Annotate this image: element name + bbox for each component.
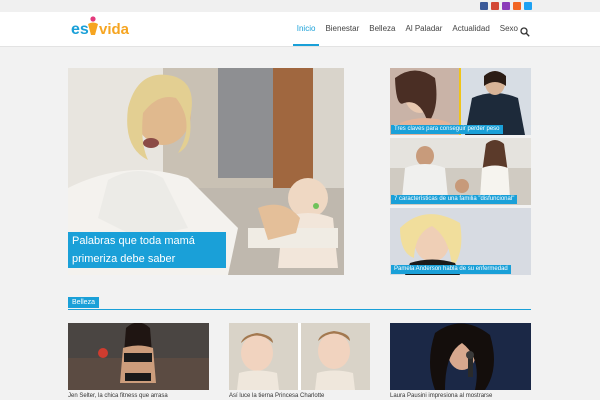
- bottom-title-1[interactable]: Jen Selter, la chica fitness que arrasa: [68, 393, 168, 399]
- bottom-image-1: [68, 323, 209, 390]
- bottom-article-2[interactable]: [229, 323, 370, 390]
- section-divider: [68, 309, 531, 310]
- social-links: [480, 2, 532, 10]
- google-plus-icon[interactable]: [491, 2, 499, 10]
- logo-text-vida: vida: [99, 21, 130, 38]
- nav-item-inicio[interactable]: Inicio: [292, 12, 320, 46]
- bottom-title-3[interactable]: Laura Pausini impresiona al mostrarse: [390, 393, 492, 399]
- instagram-icon[interactable]: [502, 2, 510, 10]
- nav-item-al-paladar[interactable]: Al Paladar: [405, 12, 442, 46]
- bottom-article-3[interactable]: [390, 323, 531, 390]
- bottom-article-1[interactable]: [68, 323, 209, 390]
- section-label-belleza[interactable]: Belleza: [68, 297, 99, 308]
- bottom-image-3: [390, 323, 531, 390]
- nav-item-belleza[interactable]: Belleza: [369, 12, 395, 46]
- nav-item-actualidad[interactable]: Actualidad: [452, 12, 489, 46]
- logo-figure-icon: [88, 16, 98, 35]
- main-nav: Inicio Bienestar Belleza Al Paladar Actu…: [287, 12, 534, 46]
- logo-text-es: es: [71, 21, 89, 38]
- bottom-title-2[interactable]: Así luce la tierna Princesa Charlotte: [229, 393, 324, 399]
- bottom-image-2: [229, 323, 370, 390]
- side-caption-1[interactable]: Tres claves para conseguir perder peso: [391, 125, 503, 134]
- search-icon[interactable]: [520, 24, 530, 37]
- hero-caption[interactable]: Palabras que toda mamá primeriza debe sa…: [68, 232, 226, 268]
- site-logo[interactable]: es vida: [71, 15, 131, 39]
- nav-item-sexo[interactable]: Sexo: [500, 12, 518, 46]
- nav-item-bienestar[interactable]: Bienestar: [325, 12, 359, 46]
- facebook-icon[interactable]: [480, 2, 488, 10]
- rss-icon[interactable]: [513, 2, 521, 10]
- twitter-icon[interactable]: [524, 2, 532, 10]
- side-caption-3[interactable]: Pamela Anderson habla de su enfermedad: [391, 265, 511, 274]
- side-caption-2[interactable]: 7 características de una familia "disfun…: [391, 195, 518, 204]
